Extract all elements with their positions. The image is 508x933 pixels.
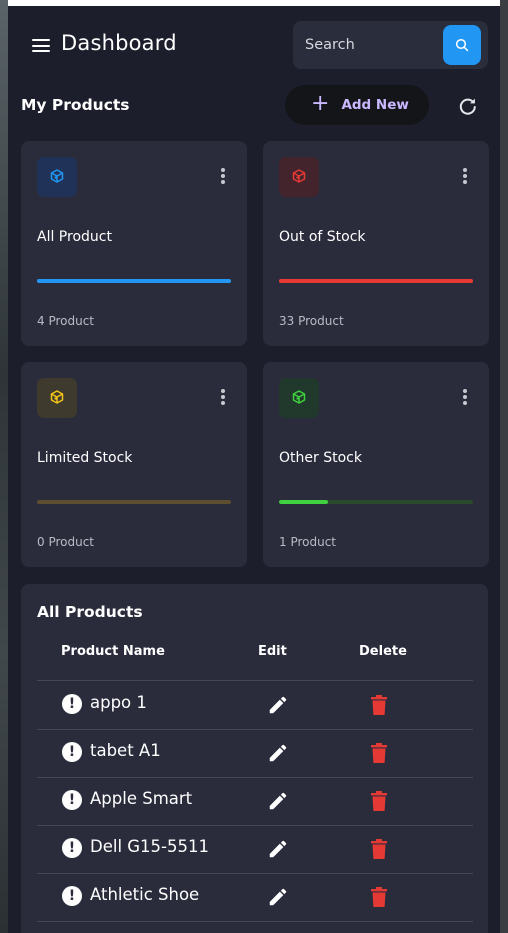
table-row: ! Dell G15-5511 xyxy=(37,825,473,873)
table-row: ! tabet A1 xyxy=(37,729,473,777)
progress-bar xyxy=(279,500,473,504)
edit-icon[interactable] xyxy=(267,790,289,812)
table-row: ! appo 1 xyxy=(37,681,473,729)
delete-icon[interactable] xyxy=(370,742,388,764)
add-new-button[interactable]: + Add New xyxy=(285,85,429,125)
refresh-icon[interactable] xyxy=(458,96,478,116)
progress-bar-fill xyxy=(37,279,231,283)
card-count: 1 Product xyxy=(279,535,337,549)
progress-bar xyxy=(279,279,473,283)
panel-title: All Products xyxy=(37,603,143,621)
table-divider xyxy=(37,921,473,922)
info-icon: ! xyxy=(62,790,82,810)
more-options-icon[interactable] xyxy=(463,168,467,184)
card-icon-badge xyxy=(37,157,77,197)
card-other-stock[interactable]: Other Stock 1 Product xyxy=(263,362,489,567)
edit-icon[interactable] xyxy=(267,838,289,860)
product-name: Dell G15-5511 xyxy=(90,837,209,856)
info-icon: ! xyxy=(62,694,82,714)
product-name: Apple Smart xyxy=(90,789,193,808)
column-header-edit: Edit xyxy=(258,644,287,659)
edit-icon[interactable] xyxy=(267,742,289,764)
page-title: Dashboard xyxy=(61,31,177,55)
card-count: 33 Product xyxy=(279,314,344,328)
card-title: Other Stock xyxy=(279,450,362,466)
card-icon-badge xyxy=(37,378,77,418)
all-products-panel: All Products Product Name Edit Delete ! a… xyxy=(21,584,488,933)
hamburger-menu-icon[interactable] xyxy=(32,39,50,52)
section-title: My Products xyxy=(21,96,130,114)
table-row: ! Athletic Shoe xyxy=(37,873,473,921)
delete-icon[interactable] xyxy=(370,790,388,812)
card-count: 4 Product xyxy=(37,314,95,328)
card-title: Out of Stock xyxy=(279,229,366,245)
progress-bar xyxy=(37,279,231,283)
info-icon: ! xyxy=(62,838,82,858)
card-count: 0 Product xyxy=(37,535,95,549)
card-title: Limited Stock xyxy=(37,450,133,466)
delete-icon[interactable] xyxy=(370,886,388,908)
cube-icon xyxy=(292,389,306,408)
progress-bar-fill xyxy=(279,279,473,283)
info-icon: ! xyxy=(62,886,82,906)
delete-icon[interactable] xyxy=(370,838,388,860)
progress-bar xyxy=(37,500,231,504)
table-row: ! Apple Smart xyxy=(37,777,473,825)
search-button[interactable] xyxy=(443,25,481,65)
search-box xyxy=(293,21,488,69)
plus-icon: + xyxy=(311,91,330,116)
dashboard-app: Dashboard My Products + Add New All Prod… xyxy=(8,6,500,933)
delete-icon[interactable] xyxy=(370,694,388,716)
card-all-product[interactable]: All Product 4 Product xyxy=(21,141,247,346)
edit-icon[interactable] xyxy=(267,694,289,716)
cube-icon xyxy=(292,168,306,187)
more-options-icon[interactable] xyxy=(221,168,225,184)
search-icon xyxy=(455,38,469,52)
edit-icon[interactable] xyxy=(267,886,289,908)
product-name: tabet A1 xyxy=(90,741,161,760)
add-new-label: Add New xyxy=(341,97,409,113)
product-name: Athletic Shoe xyxy=(90,885,200,904)
cube-icon xyxy=(50,168,64,187)
progress-bar-fill xyxy=(279,500,328,504)
card-icon-badge xyxy=(279,157,319,197)
column-header-delete: Delete xyxy=(359,644,407,659)
background-right-edge xyxy=(500,0,508,933)
card-out-of-stock[interactable]: Out of Stock 33 Product xyxy=(263,141,489,346)
card-icon-badge xyxy=(279,378,319,418)
more-options-icon[interactable] xyxy=(221,389,225,405)
info-icon: ! xyxy=(62,742,82,762)
column-header-product-name: Product Name xyxy=(61,644,165,659)
search-input[interactable] xyxy=(305,35,435,55)
card-title: All Product xyxy=(37,229,112,245)
card-limited-stock[interactable]: Limited Stock 0 Product xyxy=(21,362,247,567)
more-options-icon[interactable] xyxy=(463,389,467,405)
product-name: appo 1 xyxy=(90,693,147,712)
cube-icon xyxy=(50,389,64,408)
background-left-edge xyxy=(0,0,8,933)
